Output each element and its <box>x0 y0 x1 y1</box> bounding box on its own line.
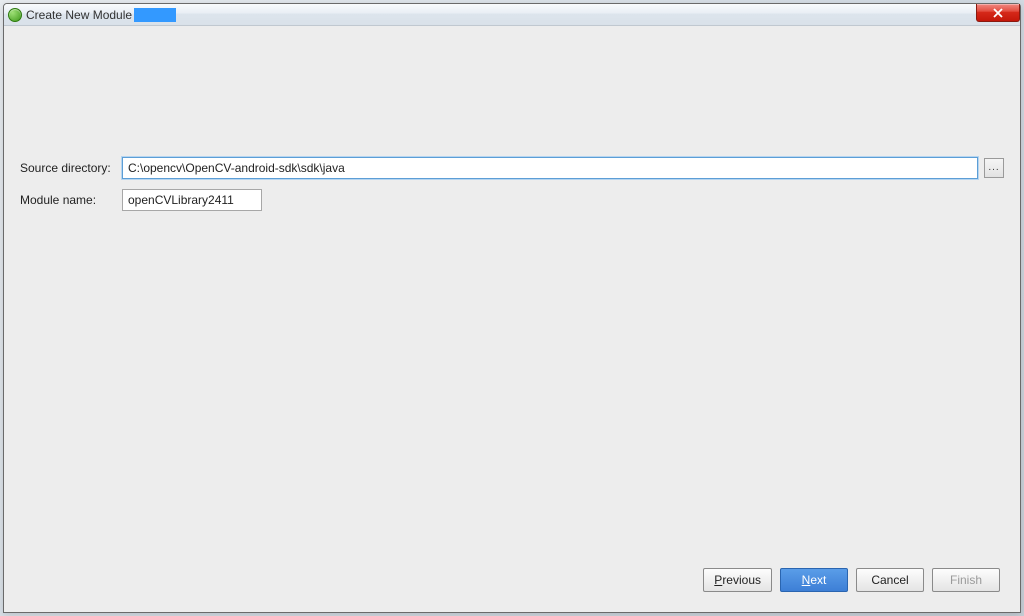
dialog-window: Create New Module Source directory: ... … <box>3 3 1021 613</box>
finish-button: Finish <box>932 568 1000 592</box>
module-name-label: Module name: <box>20 193 122 207</box>
title-selection <box>134 8 176 22</box>
previous-button[interactable]: Previous <box>703 568 772 592</box>
titlebar[interactable]: Create New Module <box>4 4 1020 26</box>
source-directory-label: Source directory: <box>20 161 122 175</box>
cancel-button[interactable]: Cancel <box>856 568 924 592</box>
close-button[interactable] <box>976 4 1020 22</box>
source-directory-input[interactable] <box>122 157 978 179</box>
app-icon <box>8 8 22 22</box>
module-name-row: Module name: <box>20 189 1004 211</box>
window-title: Create New Module <box>26 4 132 26</box>
source-directory-row: Source directory: ... <box>20 157 1004 179</box>
browse-button[interactable]: ... <box>984 158 1004 178</box>
module-name-input[interactable] <box>122 189 262 211</box>
close-icon <box>993 8 1003 18</box>
dialog-content: Source directory: ... Module name: Previ… <box>4 26 1020 612</box>
form-area: Source directory: ... Module name: <box>20 42 1004 221</box>
button-bar: Previous Next Cancel Finish <box>20 568 1004 596</box>
next-button[interactable]: Next <box>780 568 848 592</box>
